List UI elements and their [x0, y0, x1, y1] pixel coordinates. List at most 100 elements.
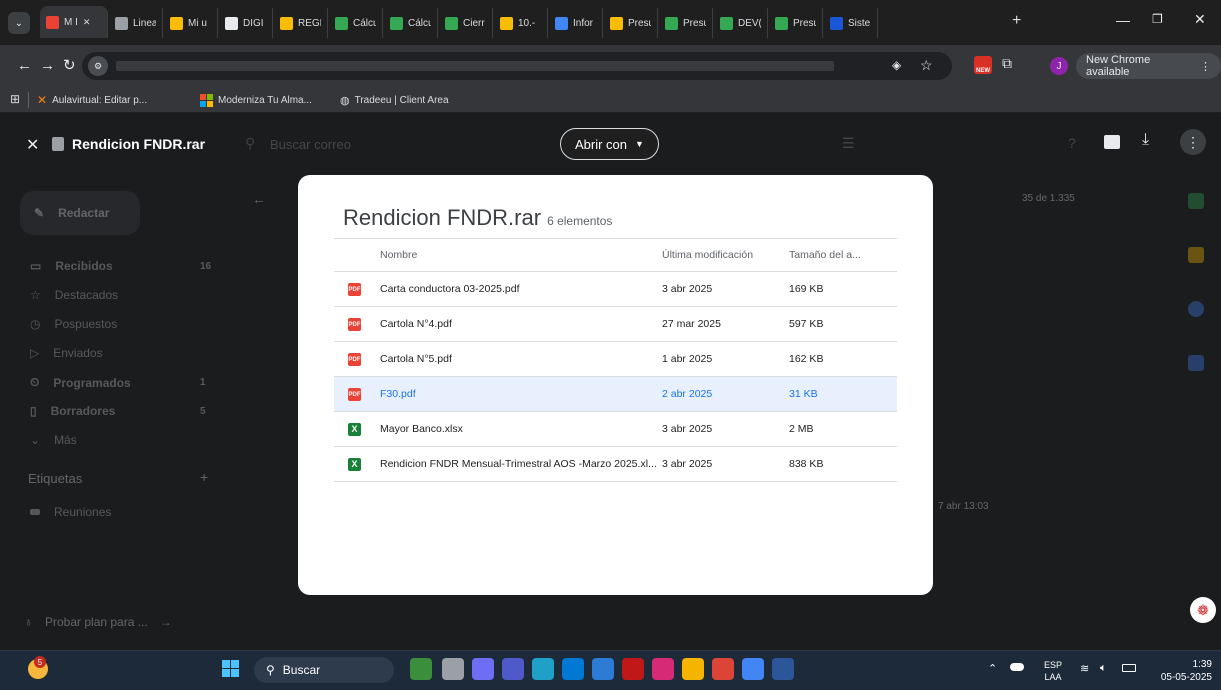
close-window-button[interactable]: ✕: [1194, 11, 1206, 28]
widgets-app-icon[interactable]: [410, 658, 432, 680]
bookmark-label: Tradeeu | Client Area: [354, 94, 449, 106]
system-clock[interactable]: 1:39 05-05-2025: [1150, 658, 1212, 684]
docs-icon: [555, 16, 568, 30]
tab-label: Presu: [793, 17, 816, 29]
file-list-table: Nombre Última modificación Tamaño del a.…: [334, 238, 897, 482]
file-row[interactable]: PDF Carta conductora 03-2025.pdf 3 abr 202…: [334, 271, 897, 307]
profile-avatar[interactable]: J: [1050, 57, 1068, 75]
tab-8[interactable]: Cierr: [439, 8, 493, 38]
chrome-profile-app-icon[interactable]: [742, 658, 764, 680]
add-to-drive-icon[interactable]: [1104, 135, 1120, 149]
caret-down-icon: ▼: [635, 139, 644, 149]
close-tab-icon[interactable]: ✕: [83, 17, 91, 28]
apps-grid-icon[interactable]: ⊞: [10, 92, 20, 106]
tab-label: DEV(: [738, 17, 761, 29]
onedrive-tray-icon[interactable]: [1010, 663, 1024, 671]
show-hidden-icons-button[interactable]: ⌃: [988, 662, 997, 675]
store-app-icon[interactable]: [562, 658, 584, 680]
taskbar-search-box[interactable]: ⚲ Buscar: [254, 657, 394, 683]
tab-15[interactable]: Siste: [824, 8, 878, 38]
column-header-size[interactable]: Tamaño del a...: [789, 238, 897, 272]
url-field[interactable]: [116, 61, 834, 71]
tab-7[interactable]: Cálcu: [384, 8, 438, 38]
bookmark-aulavirtual[interactable]: ✕ Aulavirtual: Editar p...: [37, 92, 147, 108]
lens-icon[interactable]: ◈: [892, 58, 901, 72]
language-indicator[interactable]: ESP LAA: [1044, 659, 1062, 683]
column-header-modified[interactable]: Última modificación: [662, 238, 789, 272]
bookmarks-bar: ⊞ ✕ Aulavirtual: Editar p... Moderniza T…: [0, 87, 1221, 113]
address-bar[interactable]: ⚙ ◈ ☆: [82, 52, 952, 80]
site-info-icon[interactable]: ⚙: [88, 56, 108, 76]
forward-button[interactable]: →: [40, 57, 55, 74]
clock-time: 1:39: [1192, 659, 1212, 670]
extension-new-icon[interactable]: NEW: [974, 56, 992, 74]
open-with-button[interactable]: Abrir con ▼: [560, 128, 659, 160]
new-tab-button[interactable]: +: [1012, 12, 1021, 30]
minimize-button[interactable]: —: [1116, 12, 1130, 28]
onedrive-icon: [225, 16, 238, 30]
start-button[interactable]: [222, 660, 239, 677]
tab-13[interactable]: DEV(: [714, 8, 768, 38]
file-row[interactable]: PDF Cartola N°4.pdf 27 mar 2025 597 KB: [334, 306, 897, 342]
browser-toolbar: ← → ↻ ⚙ ◈ ☆ NEW ⧉ J New Chrome available…: [0, 45, 1221, 87]
tab-9[interactable]: 10.-: [494, 8, 548, 38]
file-row[interactable]: X Rendicion FNDR Mensual-Trimestral AOS -…: [334, 446, 897, 482]
reload-button[interactable]: ↻: [63, 56, 76, 74]
tab-14[interactable]: Presu: [769, 8, 823, 38]
word-app-icon[interactable]: [772, 658, 794, 680]
open-with-label: Abrir con: [575, 136, 628, 152]
back-button[interactable]: ←: [17, 57, 32, 74]
file-table-header: Nombre Última modificación Tamaño del a.…: [334, 238, 897, 272]
arrow-right-icon: →: [159, 615, 172, 629]
volume-icon[interactable]: 🔈︎: [1100, 662, 1107, 675]
copilot-app-icon[interactable]: [472, 658, 494, 680]
tab-11[interactable]: Presu: [604, 8, 658, 38]
file-name: Carta conductora 03-2025.pdf: [380, 271, 662, 307]
tab-search-button[interactable]: ⌄: [8, 12, 30, 34]
back-arrow-icon: ←: [252, 191, 266, 207]
app-mhp-icon[interactable]: [592, 658, 614, 680]
edge-app-icon[interactable]: [532, 658, 554, 680]
language-code: ESP: [1044, 660, 1063, 670]
download-icon[interactable]: ⤓: [1142, 131, 1149, 149]
file-row[interactable]: PDF F30.pdf 2 abr 2025 31 KB: [334, 376, 897, 412]
file-icon-cell: PDF: [334, 271, 380, 307]
sheets-rail-icon: [1188, 193, 1204, 209]
file-explorer-app-icon[interactable]: [442, 658, 464, 680]
mcafee-app-icon[interactable]: [622, 658, 644, 680]
file-row[interactable]: X Mayor Banco.xlsx 3 abr 2025 2 MB: [334, 411, 897, 447]
wifi-icon[interactable]: ≋: [1080, 662, 1089, 675]
battery-icon[interactable]: [1122, 664, 1136, 672]
nav-label: Enviados: [53, 346, 103, 360]
tasks-rail-icon: [1188, 301, 1204, 317]
instagram-app-icon[interactable]: [652, 658, 674, 680]
tab-5[interactable]: REGL: [274, 8, 328, 38]
tab-6[interactable]: Cálcu: [329, 8, 383, 38]
extensions-icon[interactable]: ⧉: [1002, 55, 1012, 72]
file-row[interactable]: PDF Cartola N°5.pdf 1 abr 2025 162 KB: [334, 341, 897, 377]
tab-1[interactable]: M I ✕: [40, 6, 108, 38]
tab-12[interactable]: Presu: [659, 8, 713, 38]
bookmark-star-icon[interactable]: ☆: [920, 57, 933, 74]
tab-4[interactable]: DIGI: [219, 8, 273, 38]
tab-10[interactable]: Infor: [549, 8, 603, 38]
file-name: Rendicion FNDR Mensual-Trimestral AOS -M…: [380, 446, 662, 482]
file-size: 169 KB: [789, 271, 897, 307]
sheets-icon: [390, 16, 403, 30]
more-options-button[interactable]: ⋮: [1180, 129, 1206, 155]
bookmark-moderniza[interactable]: Moderniza Tu Alma...: [200, 92, 312, 108]
close-viewer-icon[interactable]: ✕: [26, 135, 39, 155]
tab-3[interactable]: Mi u: [164, 8, 218, 38]
bookmark-tradeeu[interactable]: ◍ Tradeeu | Client Area: [340, 92, 449, 108]
label-name: Reuniones: [54, 505, 112, 519]
tab-2[interactable]: Linea: [109, 8, 163, 38]
gemini-floating-icon[interactable]: ❁: [1190, 597, 1216, 623]
folder-app-icon[interactable]: [682, 658, 704, 680]
teams-app-icon[interactable]: [502, 658, 524, 680]
tab-label: Cálcu: [408, 17, 431, 29]
chrome-app-icon[interactable]: [712, 658, 734, 680]
gmail-icon: [46, 15, 59, 29]
update-chrome-button[interactable]: New Chrome available ⋮: [1076, 53, 1221, 79]
restore-button[interactable]: ❐: [1152, 12, 1163, 26]
column-header-name[interactable]: Nombre: [380, 238, 662, 272]
